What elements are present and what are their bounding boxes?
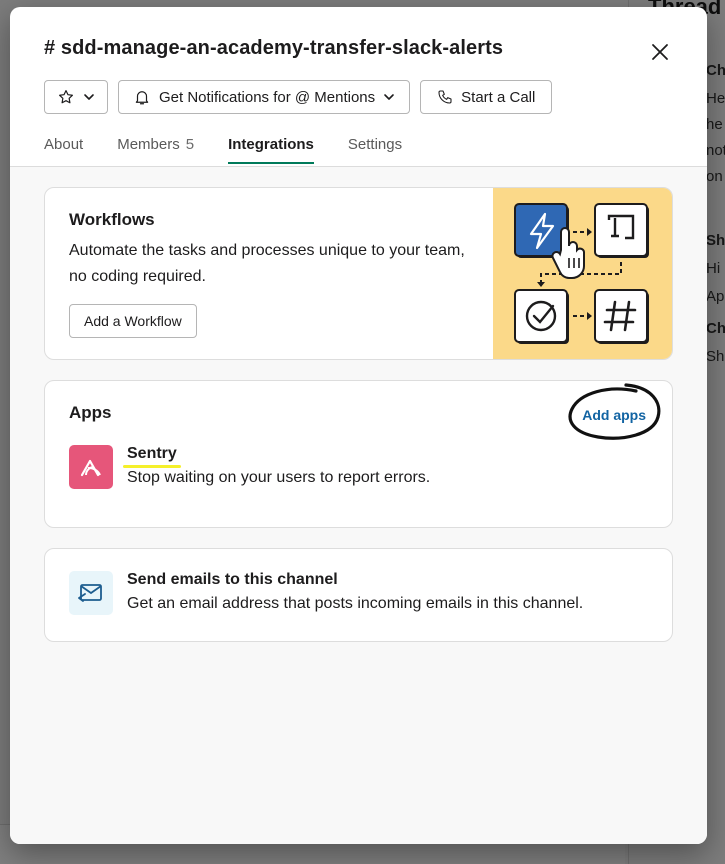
close-button[interactable] xyxy=(649,41,671,63)
apps-title: Apps xyxy=(69,403,112,422)
email-title: Send emails to this channel xyxy=(127,571,338,588)
notifications-label: Get Notifications for @ Mentions xyxy=(159,88,376,106)
workflows-title: Workflows xyxy=(69,210,155,229)
highlight-annotation xyxy=(123,465,181,468)
app-description: Stop waiting on your users to report err… xyxy=(127,469,431,486)
tab-bar: About Members 5 Integrations Settings xyxy=(44,136,673,164)
email-forward-icon xyxy=(69,571,113,615)
tab-label: Settings xyxy=(347,136,403,153)
chevron-down-icon xyxy=(384,94,394,100)
workflows-card: Workflows Automate the tasks and process… xyxy=(44,187,673,360)
app-name-text: Sentry xyxy=(127,445,177,462)
notifications-button[interactable]: Get Notifications for @ Mentions xyxy=(118,80,411,114)
start-call-label: Start a Call xyxy=(461,88,536,106)
tab-label: About xyxy=(44,136,84,153)
close-icon xyxy=(652,44,668,60)
email-description: Get an email address that posts incoming… xyxy=(127,595,584,612)
channel-action-row: Get Notifications for @ Mentions Start a… xyxy=(44,80,673,114)
members-count: 5 xyxy=(185,136,195,153)
bell-icon xyxy=(135,91,149,105)
phone-icon xyxy=(438,90,452,104)
app-list-item[interactable]: Sentry Stop waiting on your users to rep… xyxy=(69,445,648,489)
add-workflow-button[interactable]: Add a Workflow xyxy=(69,304,197,338)
workflows-description: Automate the tasks and processes unique … xyxy=(69,242,465,285)
workflow-illustration xyxy=(493,188,672,359)
modal-header: # sdd-manage-an-academy-transfer-slack-a… xyxy=(10,7,707,164)
chevron-down-icon xyxy=(84,94,94,100)
tab-label: Integrations xyxy=(228,136,314,153)
tab-integrations[interactable]: Integrations xyxy=(228,136,314,164)
star-icon xyxy=(59,90,73,104)
app-name[interactable]: Sentry xyxy=(123,445,181,468)
tab-about[interactable]: About xyxy=(44,136,83,163)
email-card[interactable]: Send emails to this channel Get an email… xyxy=(44,548,673,642)
workflow-diagram-icon xyxy=(514,203,649,344)
workflows-content: Workflows Automate the tasks and process… xyxy=(45,188,493,359)
channel-title: # sdd-manage-an-academy-transfer-slack-a… xyxy=(44,37,504,59)
start-call-button[interactable]: Start a Call xyxy=(420,80,553,114)
apps-card: Apps Add apps Sentry Stop waiting on you… xyxy=(44,380,673,528)
tab-label: Members xyxy=(117,136,180,153)
integrations-panel: Workflows Automate the tasks and process… xyxy=(10,167,707,844)
sentry-icon xyxy=(69,445,113,489)
tab-members[interactable]: Members 5 xyxy=(117,136,194,163)
tab-settings[interactable]: Settings xyxy=(348,136,402,163)
add-apps-link[interactable]: Add apps xyxy=(582,407,646,423)
star-button[interactable] xyxy=(44,80,108,114)
channel-details-modal: # sdd-manage-an-academy-transfer-slack-a… xyxy=(10,7,707,844)
app-info: Sentry Stop waiting on your users to rep… xyxy=(123,445,431,487)
email-info: Send emails to this channel Get an email… xyxy=(127,571,583,619)
